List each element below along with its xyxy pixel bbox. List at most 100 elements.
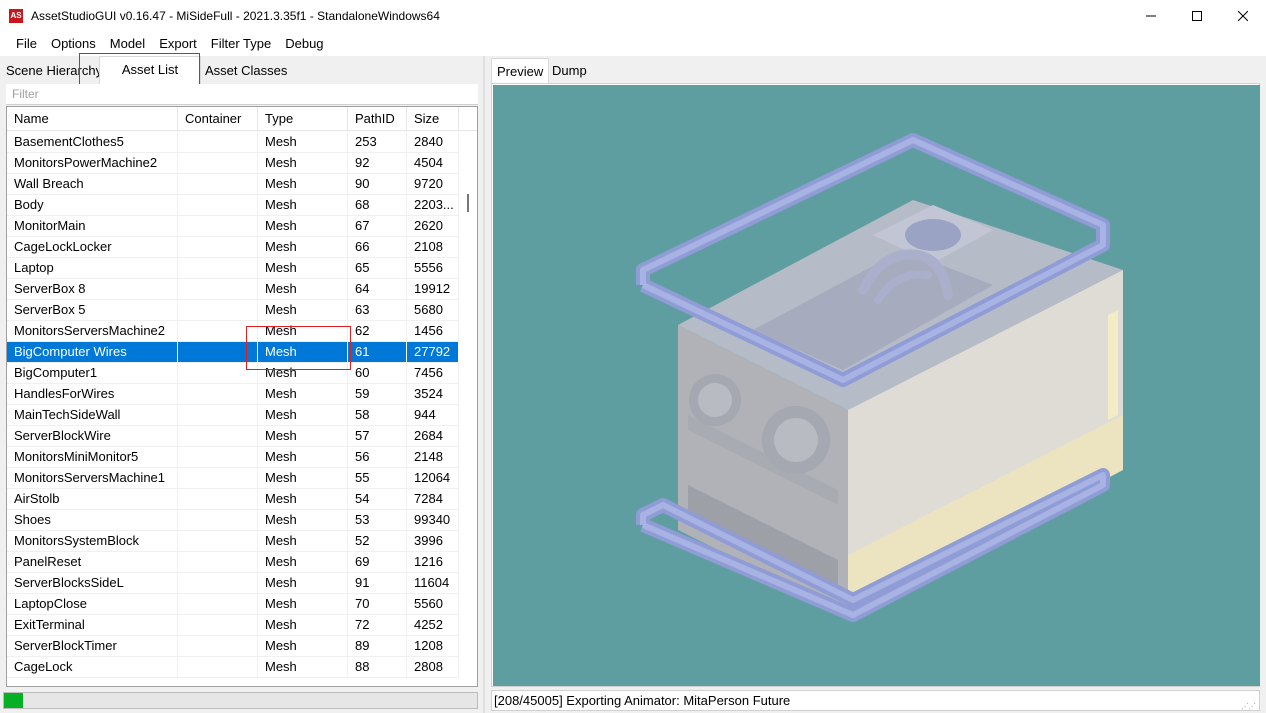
tab-preview[interactable]: Preview [491, 58, 550, 83]
table-row[interactable]: Wall Breach Mesh 90 9720 [7, 174, 459, 195]
cell-container [178, 552, 258, 572]
table-row[interactable]: Body Mesh 68 2203... [7, 195, 459, 216]
column-header-name[interactable]: Name [7, 107, 178, 131]
cell-type: Mesh [258, 615, 348, 635]
cell-size: 2148 [407, 447, 459, 467]
cell-name: BigComputer1 [7, 363, 178, 383]
cell-size: 7284 [407, 489, 459, 509]
table-row[interactable]: LaptopClose Mesh 70 5560 [7, 594, 459, 615]
minimize-button[interactable] [1128, 0, 1174, 31]
menu-export[interactable]: Export [152, 31, 204, 56]
table-row[interactable]: MonitorMain Mesh 67 2620 [7, 216, 459, 237]
resize-grip-icon[interactable]: ⋰⋰ [1241, 697, 1256, 713]
cell-size: 1216 [407, 552, 459, 572]
scrollbar-thumb[interactable] [467, 194, 469, 212]
cell-container [178, 510, 258, 530]
table-row[interactable]: BigComputer Wires Mesh 61 27792 [7, 342, 459, 363]
right-panel: Preview Dump [208/45005] Exporting Anima… [485, 56, 1266, 713]
tab-scene-hierarchy[interactable]: Scene Hierarchy [0, 58, 108, 84]
cell-pathid: 89 [348, 636, 407, 656]
menu-filter-type[interactable]: Filter Type [204, 31, 278, 56]
table-row[interactable]: ServerBox 8 Mesh 64 19912 [7, 279, 459, 300]
table-row[interactable]: BigComputer1 Mesh 60 7456 [7, 363, 459, 384]
cell-size: 2840 [407, 132, 459, 152]
cell-type: Mesh [258, 174, 348, 194]
cell-type: Mesh [258, 489, 348, 509]
status-text: [208/45005] Exporting Animator: MitaPers… [494, 693, 791, 708]
table-row[interactable]: CageLock Mesh 88 2808 [7, 657, 459, 678]
cell-type: Mesh [258, 321, 348, 341]
cell-type: Mesh [258, 405, 348, 425]
table-row[interactable]: MonitorsMiniMonitor5 Mesh 56 2148 [7, 447, 459, 468]
table-row[interactable]: ServerBlockTimer Mesh 89 1208 [7, 636, 459, 657]
cell-container [178, 615, 258, 635]
cell-name: MonitorsSystemBlock [7, 531, 178, 551]
cell-name: ServerBox 5 [7, 300, 178, 320]
cell-size: 3996 [407, 531, 459, 551]
cell-pathid: 67 [348, 216, 407, 236]
cell-name: MonitorMain [7, 216, 178, 236]
table-row[interactable]: ExitTerminal Mesh 72 4252 [7, 615, 459, 636]
column-header-pathid[interactable]: PathID [348, 107, 407, 131]
asset-list[interactable]: Name Container Type PathID Size Basement… [6, 106, 478, 687]
table-row[interactable]: Shoes Mesh 53 99340 [7, 510, 459, 531]
table-row[interactable]: ServerBlocksSideL Mesh 91 11604 [7, 573, 459, 594]
menu-file[interactable]: File [9, 31, 44, 56]
menu-debug[interactable]: Debug [278, 31, 330, 56]
cell-container [178, 195, 258, 215]
cell-pathid: 88 [348, 657, 407, 677]
table-row[interactable]: MonitorsServersMachine2 Mesh 62 1456 [7, 321, 459, 342]
table-row[interactable]: ServerBlockWire Mesh 57 2684 [7, 426, 459, 447]
cell-container [178, 447, 258, 467]
filter-input[interactable]: Filter [6, 84, 478, 105]
menu-bar: File Options Model Export Filter Type De… [0, 31, 1266, 56]
list-header: Name Container Type PathID Size [7, 107, 477, 131]
mesh-preview-viewport[interactable] [493, 85, 1260, 686]
column-header-container[interactable]: Container [178, 107, 258, 131]
table-row[interactable]: Laptop Mesh 65 5556 [7, 258, 459, 279]
cell-size: 27792 [407, 342, 459, 362]
cell-container [178, 594, 258, 614]
cell-size: 2620 [407, 216, 459, 236]
cell-container [178, 636, 258, 656]
menu-options[interactable]: Options [44, 31, 103, 56]
cell-pathid: 59 [348, 384, 407, 404]
close-icon [1238, 10, 1248, 21]
cell-type: Mesh [258, 363, 348, 383]
table-row[interactable]: CageLockLocker Mesh 66 2108 [7, 237, 459, 258]
cell-type: Mesh [258, 636, 348, 656]
table-row[interactable]: BasementClothes5 Mesh 253 2840 [7, 132, 459, 153]
table-row[interactable]: AirStolb Mesh 54 7284 [7, 489, 459, 510]
table-row[interactable]: PanelReset Mesh 69 1216 [7, 552, 459, 573]
column-header-size[interactable]: Size [407, 107, 459, 131]
table-row[interactable]: MainTechSideWall Mesh 58 944 [7, 405, 459, 426]
close-button[interactable] [1220, 0, 1266, 31]
tab-dump[interactable]: Dump [547, 58, 592, 83]
cell-size: 2808 [407, 657, 459, 677]
cell-size: 3524 [407, 384, 459, 404]
cell-pathid: 68 [348, 195, 407, 215]
cell-container [178, 237, 258, 257]
table-row[interactable]: MonitorsSystemBlock Mesh 52 3996 [7, 531, 459, 552]
vertical-scrollbar[interactable] [459, 131, 477, 686]
table-row[interactable]: ServerBox 5 Mesh 63 5680 [7, 300, 459, 321]
tab-asset-list[interactable]: Asset List [99, 56, 201, 86]
cell-name: ServerBlocksSideL [7, 573, 178, 593]
cell-type: Mesh [258, 426, 348, 446]
cell-size: 7456 [407, 363, 459, 383]
table-row[interactable]: HandlesForWires Mesh 59 3524 [7, 384, 459, 405]
table-row[interactable]: MonitorsServersMachine1 Mesh 55 12064 [7, 468, 459, 489]
cell-container [178, 384, 258, 404]
cell-type: Mesh [258, 531, 348, 551]
minimize-icon [1146, 15, 1156, 16]
menu-model[interactable]: Model [103, 31, 152, 56]
mesh-preview-render [636, 133, 1123, 622]
table-row[interactable]: MonitorsPowerMachine2 Mesh 92 4504 [7, 153, 459, 174]
status-bar: [208/45005] Exporting Animator: MitaPers… [491, 690, 1260, 711]
cell-container [178, 531, 258, 551]
cell-container [178, 468, 258, 488]
tab-asset-classes[interactable]: Asset Classes [199, 58, 293, 84]
column-header-type[interactable]: Type [258, 107, 348, 131]
maximize-button[interactable] [1174, 0, 1220, 31]
cell-size: 11604 [407, 573, 459, 593]
